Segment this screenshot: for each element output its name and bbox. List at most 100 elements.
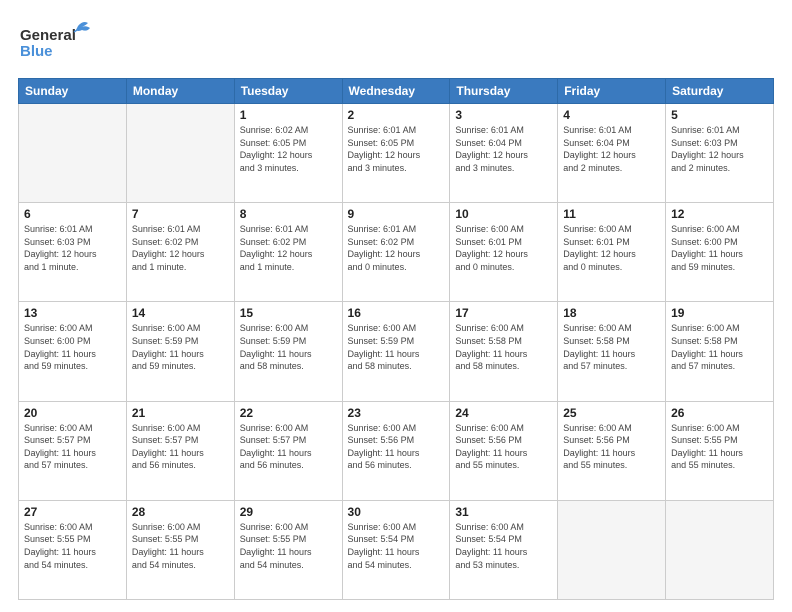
day-number: 23 bbox=[348, 406, 445, 420]
day-number: 16 bbox=[348, 306, 445, 320]
calendar-cell: 2Sunrise: 6:01 AM Sunset: 6:05 PM Daylig… bbox=[342, 104, 450, 203]
calendar-table: SundayMondayTuesdayWednesdayThursdayFrid… bbox=[18, 78, 774, 600]
calendar-cell: 6 Sunrise: 6:01 AM Sunset: 6:03 PM Daylig… bbox=[19, 203, 127, 302]
calendar-cell bbox=[666, 500, 774, 599]
day-info: Sunrise: 6:00 AM Sunset: 5:56 PM Dayligh… bbox=[563, 422, 660, 472]
header: General Blue bbox=[18, 18, 774, 68]
day-info: Sunrise: 6:00 AM Sunset: 5:58 PM Dayligh… bbox=[455, 322, 552, 372]
day-info: Sunrise: 6:00 AM Sunset: 5:56 PM Dayligh… bbox=[348, 422, 445, 472]
logo: General Blue bbox=[18, 18, 98, 68]
day-info: Sunrise: 6:01 AM Sunset: 6:04 PM Dayligh… bbox=[455, 124, 552, 174]
day-info: Sunrise: 6:01 AM Sunset: 6:05 PM Dayligh… bbox=[348, 124, 445, 174]
calendar-cell: 28 Sunrise: 6:00 AM Sunset: 5:55 PM Dayli… bbox=[126, 500, 234, 599]
calendar-header-thursday: Thursday bbox=[450, 79, 558, 104]
day-number: 14 bbox=[132, 306, 229, 320]
day-info: Sunrise: 6:00 AM Sunset: 5:55 PM Dayligh… bbox=[132, 521, 229, 571]
day-number: 4 bbox=[563, 108, 660, 122]
calendar-week-1: 6 Sunrise: 6:01 AM Sunset: 6:03 PM Daylig… bbox=[19, 203, 774, 302]
day-info: Sunrise: 6:01 AM Sunset: 6:02 PM Dayligh… bbox=[132, 223, 229, 273]
day-number: 11 bbox=[563, 207, 660, 221]
calendar-header-wednesday: Wednesday bbox=[342, 79, 450, 104]
calendar-cell: 25 Sunrise: 6:00 AM Sunset: 5:56 PM Dayli… bbox=[558, 401, 666, 500]
calendar-week-2: 13 Sunrise: 6:00 AM Sunset: 6:00 PM Dayli… bbox=[19, 302, 774, 401]
calendar-cell: 20Sunrise: 6:00 AM Sunset: 5:57 PM Dayli… bbox=[19, 401, 127, 500]
day-number: 19 bbox=[671, 306, 768, 320]
calendar-cell: 3 Sunrise: 6:01 AM Sunset: 6:04 PM Daylig… bbox=[450, 104, 558, 203]
day-number: 27 bbox=[24, 505, 121, 519]
calendar-header-saturday: Saturday bbox=[666, 79, 774, 104]
calendar-cell: 7 Sunrise: 6:01 AM Sunset: 6:02 PM Daylig… bbox=[126, 203, 234, 302]
calendar-cell: 29 Sunrise: 6:00 AM Sunset: 5:55 PM Dayli… bbox=[234, 500, 342, 599]
day-info: Sunrise: 6:00 AM Sunset: 6:00 PM Dayligh… bbox=[671, 223, 768, 273]
calendar-cell: 24 Sunrise: 6:00 AM Sunset: 5:56 PM Dayli… bbox=[450, 401, 558, 500]
day-number: 8 bbox=[240, 207, 337, 221]
logo-svg: General Blue bbox=[18, 18, 98, 68]
day-info: Sunrise: 6:00 AM Sunset: 5:57 PM Dayligh… bbox=[132, 422, 229, 472]
day-info: Sunrise: 6:00 AM Sunset: 6:00 PM Dayligh… bbox=[24, 322, 121, 372]
calendar-cell: 10 Sunrise: 6:00 AM Sunset: 6:01 PM Dayli… bbox=[450, 203, 558, 302]
page: General Blue SundayMondayTuesdayWednesda… bbox=[0, 0, 792, 612]
calendar-cell bbox=[126, 104, 234, 203]
calendar-cell: 1 Sunrise: 6:02 AM Sunset: 6:05 PM Daylig… bbox=[234, 104, 342, 203]
day-number: 29 bbox=[240, 505, 337, 519]
calendar-cell: 30Sunrise: 6:00 AM Sunset: 5:54 PM Dayli… bbox=[342, 500, 450, 599]
calendar-week-0: 1 Sunrise: 6:02 AM Sunset: 6:05 PM Daylig… bbox=[19, 104, 774, 203]
day-info: Sunrise: 6:00 AM Sunset: 5:55 PM Dayligh… bbox=[671, 422, 768, 472]
day-number: 22 bbox=[240, 406, 337, 420]
calendar-cell bbox=[558, 500, 666, 599]
calendar-cell: 26 Sunrise: 6:00 AM Sunset: 5:55 PM Dayli… bbox=[666, 401, 774, 500]
calendar-cell: 22 Sunrise: 6:00 AM Sunset: 5:57 PM Dayli… bbox=[234, 401, 342, 500]
day-info: Sunrise: 6:00 AM Sunset: 6:01 PM Dayligh… bbox=[455, 223, 552, 273]
calendar-header-row: SundayMondayTuesdayWednesdayThursdayFrid… bbox=[19, 79, 774, 104]
day-info: Sunrise: 6:00 AM Sunset: 5:59 PM Dayligh… bbox=[348, 322, 445, 372]
day-info: Sunrise: 6:00 AM Sunset: 6:01 PM Dayligh… bbox=[563, 223, 660, 273]
day-info: Sunrise: 6:01 AM Sunset: 6:04 PM Dayligh… bbox=[563, 124, 660, 174]
calendar-cell: 11 Sunrise: 6:00 AM Sunset: 6:01 PM Dayli… bbox=[558, 203, 666, 302]
calendar-cell bbox=[19, 104, 127, 203]
day-info: Sunrise: 6:00 AM Sunset: 5:59 PM Dayligh… bbox=[240, 322, 337, 372]
day-number: 12 bbox=[671, 207, 768, 221]
day-number: 13 bbox=[24, 306, 121, 320]
day-number: 28 bbox=[132, 505, 229, 519]
day-number: 5 bbox=[671, 108, 768, 122]
calendar-cell: 14Sunrise: 6:00 AM Sunset: 5:59 PM Dayli… bbox=[126, 302, 234, 401]
day-number: 10 bbox=[455, 207, 552, 221]
calendar-cell: 21 Sunrise: 6:00 AM Sunset: 5:57 PM Dayli… bbox=[126, 401, 234, 500]
calendar-header-tuesday: Tuesday bbox=[234, 79, 342, 104]
day-number: 20 bbox=[24, 406, 121, 420]
calendar-cell: 23 Sunrise: 6:00 AM Sunset: 5:56 PM Dayli… bbox=[342, 401, 450, 500]
calendar-cell: 13 Sunrise: 6:00 AM Sunset: 6:00 PM Dayli… bbox=[19, 302, 127, 401]
day-number: 6 bbox=[24, 207, 121, 221]
day-number: 7 bbox=[132, 207, 229, 221]
day-info: Sunrise: 6:00 AM Sunset: 5:56 PM Dayligh… bbox=[455, 422, 552, 472]
calendar-week-3: 20 Sunrise: 6:00 AM Sunset: 5:57 PM Dayli… bbox=[19, 401, 774, 500]
day-number: 18 bbox=[563, 306, 660, 320]
calendar-cell: 17Sunrise: 6:00 AM Sunset: 5:58 PM Dayli… bbox=[450, 302, 558, 401]
calendar-cell: 4 Sunrise: 6:01 AM Sunset: 6:04 PM Daylig… bbox=[558, 104, 666, 203]
calendar-header-monday: Monday bbox=[126, 79, 234, 104]
day-number: 30 bbox=[348, 505, 445, 519]
day-info: Sunrise: 6:01 AM Sunset: 6:03 PM Dayligh… bbox=[24, 223, 121, 273]
calendar-cell: 16 Sunrise: 6:00 AM Sunset: 5:59 PM Dayli… bbox=[342, 302, 450, 401]
day-number: 24 bbox=[455, 406, 552, 420]
day-number: 31 bbox=[455, 505, 552, 519]
calendar-week-4: 27 Sunrise: 6:00 AM Sunset: 5:55 PM Dayli… bbox=[19, 500, 774, 599]
day-number: 21 bbox=[132, 406, 229, 420]
day-info: Sunrise: 6:02 AM Sunset: 6:05 PM Dayligh… bbox=[240, 124, 337, 174]
day-info: Sunrise: 6:00 AM Sunset: 5:54 PM Dayligh… bbox=[455, 521, 552, 571]
calendar-cell: 9Sunrise: 6:01 AM Sunset: 6:02 PM Daylig… bbox=[342, 203, 450, 302]
day-info: Sunrise: 6:00 AM Sunset: 5:58 PM Dayligh… bbox=[671, 322, 768, 372]
day-number: 26 bbox=[671, 406, 768, 420]
svg-text:Blue: Blue bbox=[20, 43, 53, 60]
day-number: 3 bbox=[455, 108, 552, 122]
day-number: 25 bbox=[563, 406, 660, 420]
svg-text:General: General bbox=[20, 27, 76, 44]
day-info: Sunrise: 6:00 AM Sunset: 5:55 PM Dayligh… bbox=[24, 521, 121, 571]
day-info: Sunrise: 6:01 AM Sunset: 6:02 PM Dayligh… bbox=[240, 223, 337, 273]
calendar-cell: 18Sunrise: 6:00 AM Sunset: 5:58 PM Dayli… bbox=[558, 302, 666, 401]
day-info: Sunrise: 6:00 AM Sunset: 5:55 PM Dayligh… bbox=[240, 521, 337, 571]
calendar-cell: 8 Sunrise: 6:01 AM Sunset: 6:02 PM Daylig… bbox=[234, 203, 342, 302]
day-number: 1 bbox=[240, 108, 337, 122]
calendar-header-sunday: Sunday bbox=[19, 79, 127, 104]
day-info: Sunrise: 6:00 AM Sunset: 5:57 PM Dayligh… bbox=[240, 422, 337, 472]
